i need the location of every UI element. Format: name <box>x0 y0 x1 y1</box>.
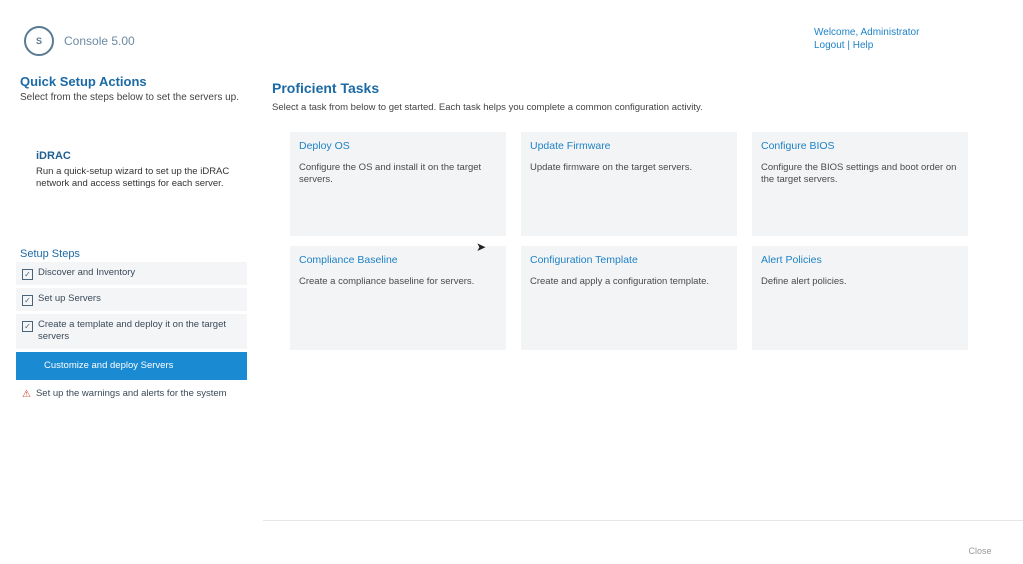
checkbox-icon: ✓ <box>22 321 33 332</box>
card-text: Create a compliance baseline for servers… <box>299 276 475 287</box>
step-item[interactable]: ✓ Discover and Inventory <box>16 262 247 285</box>
brand-logo: S Console 5.00 <box>24 26 135 56</box>
task-card[interactable]: Compliance Baseline Create a compliance … <box>290 246 506 350</box>
task-subtitle: Select from the steps below to set the s… <box>20 92 239 103</box>
task-heading: Quick Setup Actions <box>20 74 147 89</box>
step-label: Discover and Inventory <box>38 267 136 278</box>
step-item[interactable]: ✓ Create a template and deploy it on the… <box>16 314 247 349</box>
card-text: Configure the BIOS settings and boot ord… <box>761 162 957 186</box>
card-text: Create and apply a configuration templat… <box>530 276 710 287</box>
task-card[interactable]: Configuration Template Create and apply … <box>521 246 737 350</box>
card-title: Alert Policies <box>761 254 822 266</box>
steps-list: ✓ Discover and Inventory ✓ Set up Server… <box>16 262 247 409</box>
info-text: Run a quick-setup wizard to set up the i… <box>36 166 230 189</box>
card-title: Configure BIOS <box>761 140 835 152</box>
steps-title: Setup Steps <box>20 248 80 260</box>
task-card-grid: Deploy OS Configure the OS and install i… <box>290 132 968 350</box>
info-title: iDRAC <box>36 150 71 162</box>
step-item-warning[interactable]: ⚠ Set up the warnings and alerts for the… <box>16 383 247 407</box>
task-card[interactable]: Deploy OS Configure the OS and install i… <box>290 132 506 236</box>
card-title: Compliance Baseline <box>299 254 398 266</box>
close-button[interactable]: Close <box>955 542 1005 560</box>
step-label: Customize and deploy Servers <box>44 359 174 371</box>
step-label: Set up the warnings and alerts for the s… <box>35 388 227 400</box>
task-card[interactable]: Update Firmware Update firmware on the t… <box>521 132 737 236</box>
task-card[interactable]: Alert Policies Define alert policies. <box>752 246 968 350</box>
step-label: Create a template and deploy it on the t… <box>38 319 227 343</box>
brand-name: Console 5.00 <box>64 34 135 48</box>
step-item[interactable]: ✓ Set up Servers <box>16 288 247 311</box>
checkbox-icon: ✓ <box>22 269 33 280</box>
card-title: Configuration Template <box>530 254 638 266</box>
logout-help-link[interactable]: Logout | Help <box>814 39 919 52</box>
sidebar: S Console 5.00 Quick Setup Actions Selec… <box>0 0 255 564</box>
card-text: Configure the OS and install it on the t… <box>299 162 482 186</box>
info-box: iDRAC Run a quick-setup wizard to set up… <box>36 150 236 190</box>
footer-divider <box>263 520 1023 521</box>
card-title: Update Firmware <box>530 140 611 152</box>
card-text: Define alert policies. <box>761 276 847 287</box>
step-item-active[interactable]: Customize and deploy Servers <box>16 351 247 381</box>
step-label: Set up Servers <box>38 293 101 304</box>
user-links: Welcome, Administrator Logout | Help <box>814 26 919 52</box>
card-text: Update firmware on the target servers. <box>530 162 693 173</box>
warning-icon: ⚠ <box>22 389 31 401</box>
card-title: Deploy OS <box>299 140 350 152</box>
welcome-link[interactable]: Welcome, Administrator <box>814 26 919 39</box>
task-card[interactable]: Configure BIOS Configure the BIOS settin… <box>752 132 968 236</box>
mouse-cursor-icon: ➤ <box>476 240 487 254</box>
page-description: Select a task from below to get started.… <box>272 102 703 113</box>
logo-icon: S <box>24 26 54 56</box>
checkbox-icon: ✓ <box>22 295 33 306</box>
page-title: Proficient Tasks <box>272 80 380 96</box>
